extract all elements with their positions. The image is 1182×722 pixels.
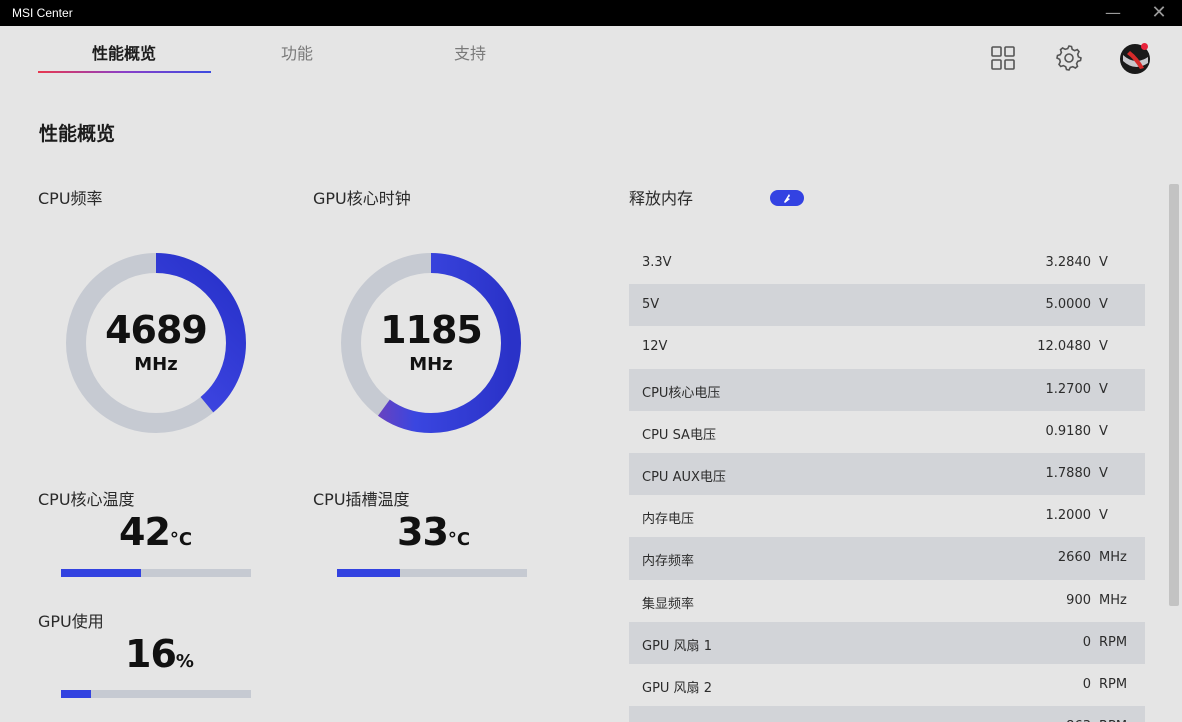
- window-title: MSI Center: [12, 6, 73, 20]
- table-row: 内存电压 1.2000 V: [629, 495, 1145, 537]
- gpu-core-clock-label: GPU核心时钟: [313, 189, 411, 208]
- gpu-usage-value: 16: [125, 632, 177, 676]
- sensor-value: 0.9180: [1045, 423, 1092, 439]
- table-row: CPU核心电压 1.2700 V: [629, 368, 1145, 411]
- gpu-usage-bar: [61, 690, 251, 698]
- sensor-value: 1.2000: [1045, 508, 1092, 524]
- sensor-name: 集显频率: [642, 596, 695, 612]
- gpu-usage-unit: %: [175, 651, 194, 672]
- cpu-socket-temp-bar-fill: [337, 569, 400, 577]
- sensor-value: 1.2700: [1045, 381, 1092, 397]
- sensor-value: 5.0000: [1045, 297, 1092, 313]
- avatar[interactable]: [1118, 42, 1150, 74]
- sensor-table: 3.3V 3.2840 V 5V 5.0000 V 12V 12.0480 V CPU核心电压 1.…: [629, 242, 1145, 722]
- gpu-core-clock-unit: MHz: [409, 354, 453, 375]
- sensor-value: 2660: [1057, 550, 1091, 566]
- sensor-value: 3.2840: [1045, 255, 1092, 270]
- sensor-name: CPU SA电压: [642, 427, 716, 443]
- gpu-core-clock-value: 1185: [380, 308, 483, 352]
- app-body: 性能概览 功能 支持 性能概览 CPU频率 4689 MHz GPU核心时钟 1…: [1, 26, 1181, 722]
- table-row: GPU 风扇 1 0 RPM: [629, 621, 1145, 664]
- sensor-value: 0: [1082, 676, 1091, 692]
- cpu-core-temp-bar: [61, 569, 251, 577]
- sensor-name: 3.3V: [642, 255, 672, 270]
- gpu-usage-label: GPU使用: [38, 612, 104, 631]
- tab-features[interactable]: 功能: [211, 42, 383, 72]
- table-row: GPU 风扇 2 0 RPM: [629, 664, 1145, 706]
- gpu-usage-readout: 16%: [125, 632, 194, 676]
- title-bar: MSI Center — ✕: [0, 0, 1182, 26]
- sensor-unit: V: [1099, 381, 1108, 397]
- cpu-socket-temp-unit: °C: [447, 529, 471, 550]
- sensor-unit: V: [1099, 423, 1108, 439]
- grid-icon[interactable]: [988, 42, 1020, 74]
- cpu-socket-temp-readout: 33°C: [397, 510, 470, 554]
- sensor-value: 1.7880: [1045, 465, 1092, 481]
- cpu-core-temp-value: 42: [119, 510, 171, 554]
- cpu-core-temp-readout: 42°C: [119, 510, 192, 554]
- cpu-frequency-gauge: 4689 MHz: [66, 253, 246, 433]
- rocket-icon: [784, 194, 790, 203]
- release-memory-button[interactable]: [770, 190, 804, 206]
- gpu-usage-bar-fill: [61, 690, 92, 698]
- gpu-core-clock-gauge: 1185 MHz: [341, 253, 521, 433]
- release-memory-label: 释放内存: [629, 189, 694, 208]
- sensor-unit: V: [1099, 255, 1108, 270]
- table-row: 5V 5.0000 V: [629, 284, 1145, 327]
- tab-support[interactable]: 支持: [384, 42, 556, 72]
- sensor-unit: MHz: [1099, 592, 1127, 608]
- active-tab-indicator: [38, 71, 211, 73]
- sensor-name: GPU 风扇 1: [642, 638, 712, 654]
- gear-icon[interactable]: [1053, 42, 1085, 74]
- sensor-value: 12.0480: [1037, 339, 1091, 355]
- table-row: 12V 12.0480 V: [629, 326, 1145, 368]
- page-title: 性能概览: [39, 123, 116, 145]
- sensor-value: 0: [1082, 634, 1091, 650]
- sensor-name: 12V: [642, 339, 668, 355]
- cpu-frequency-label: CPU频率: [38, 189, 103, 208]
- scrollbar[interactable]: [1169, 184, 1179, 606]
- cpu-frequency-value: 4689: [105, 308, 208, 352]
- cpu-core-temp-unit: °C: [169, 529, 193, 550]
- sensor-name: 内存频率: [642, 554, 695, 570]
- table-row: CPU风扇863RPM: [629, 706, 1145, 722]
- sensor-unit: V: [1099, 465, 1108, 481]
- sensor-unit: RPM: [1099, 676, 1128, 692]
- table-row: 内存频率 2660 MHz: [629, 537, 1145, 580]
- cpu-core-temp-bar-fill: [61, 569, 141, 577]
- sensor-name: CPU AUX电压: [642, 469, 726, 485]
- sensor-name: GPU 风扇 2: [642, 680, 712, 696]
- cpu-frequency-unit: MHz: [134, 354, 178, 375]
- sensor-value: 900: [1066, 592, 1091, 608]
- minimize-icon[interactable]: —: [1100, 2, 1126, 24]
- sensor-name: 5V: [642, 297, 660, 313]
- cpu-socket-temp-bar: [337, 569, 527, 577]
- table-row: 3.3V 3.2840 V: [629, 242, 1145, 284]
- sensor-unit: V: [1099, 508, 1108, 524]
- cpu-socket-temp-label: CPU插槽温度: [313, 490, 410, 509]
- sensor-name: CPU核心电压: [642, 385, 721, 401]
- table-row: CPU AUX电压 1.7880 V: [629, 452, 1145, 496]
- sensor-unit: MHz: [1099, 550, 1127, 566]
- sensor-unit: V: [1099, 297, 1108, 313]
- table-row: 集显频率 900 MHz: [629, 580, 1145, 622]
- tab-performance-overview[interactable]: 性能概览: [38, 42, 210, 72]
- table-row: CPU SA电压 0.9180 V: [629, 411, 1145, 453]
- cpu-core-temp-label: CPU核心温度: [38, 490, 135, 509]
- sensor-name: 内存电压: [642, 512, 695, 528]
- sensor-unit: V: [1099, 339, 1108, 355]
- close-icon[interactable]: ✕: [1146, 2, 1172, 24]
- sensor-unit: RPM: [1099, 634, 1128, 650]
- cpu-socket-temp-value: 33: [397, 510, 449, 554]
